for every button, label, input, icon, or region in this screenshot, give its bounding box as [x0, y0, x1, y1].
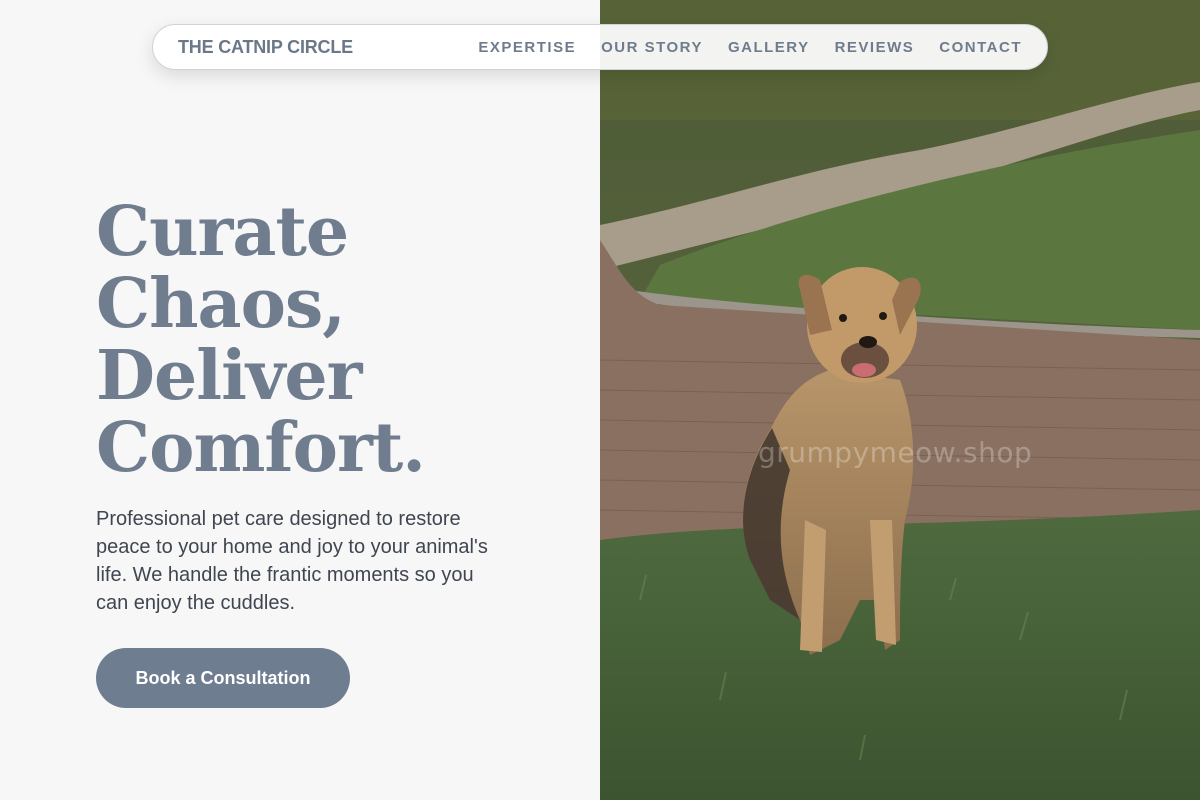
nav-link-contact[interactable]: CONTACT	[939, 39, 1022, 56]
nav-link-reviews[interactable]: REVIEWS	[835, 39, 915, 56]
hero-photo: grumpymeow.shop	[600, 0, 1200, 800]
nav-link-expertise[interactable]: EXPERTISE	[478, 39, 576, 56]
hero-title-line: Chaos,	[96, 264, 346, 344]
hero-left-pane: Curate Chaos, Deliver Comfort. Professio…	[0, 0, 600, 800]
nav-link-gallery[interactable]: GALLERY	[728, 39, 810, 56]
nav-links: EXPERTISE OUR STORY GALLERY REVIEWS CONT…	[478, 39, 1022, 56]
watermark-text: grumpymeow.shop	[758, 436, 1033, 469]
hero-title-line: Comfort.	[96, 408, 426, 488]
top-navigation: THE CATNIP CIRCLE EXPERTISE OUR STORY GA…	[152, 24, 1048, 70]
hero-title-line: Curate	[96, 192, 349, 272]
hero-description: Professional pet care designed to restor…	[96, 508, 488, 614]
brand-logo[interactable]: THE CATNIP CIRCLE	[178, 37, 353, 58]
hero-title: Curate Chaos, Deliver Comfort.	[96, 192, 426, 488]
book-consultation-button[interactable]: Book a Consultation	[96, 648, 350, 708]
nav-link-our-story[interactable]: OUR STORY	[601, 39, 703, 56]
hero-title-line: Deliver	[96, 336, 362, 416]
dog-photo-image	[600, 0, 1200, 800]
